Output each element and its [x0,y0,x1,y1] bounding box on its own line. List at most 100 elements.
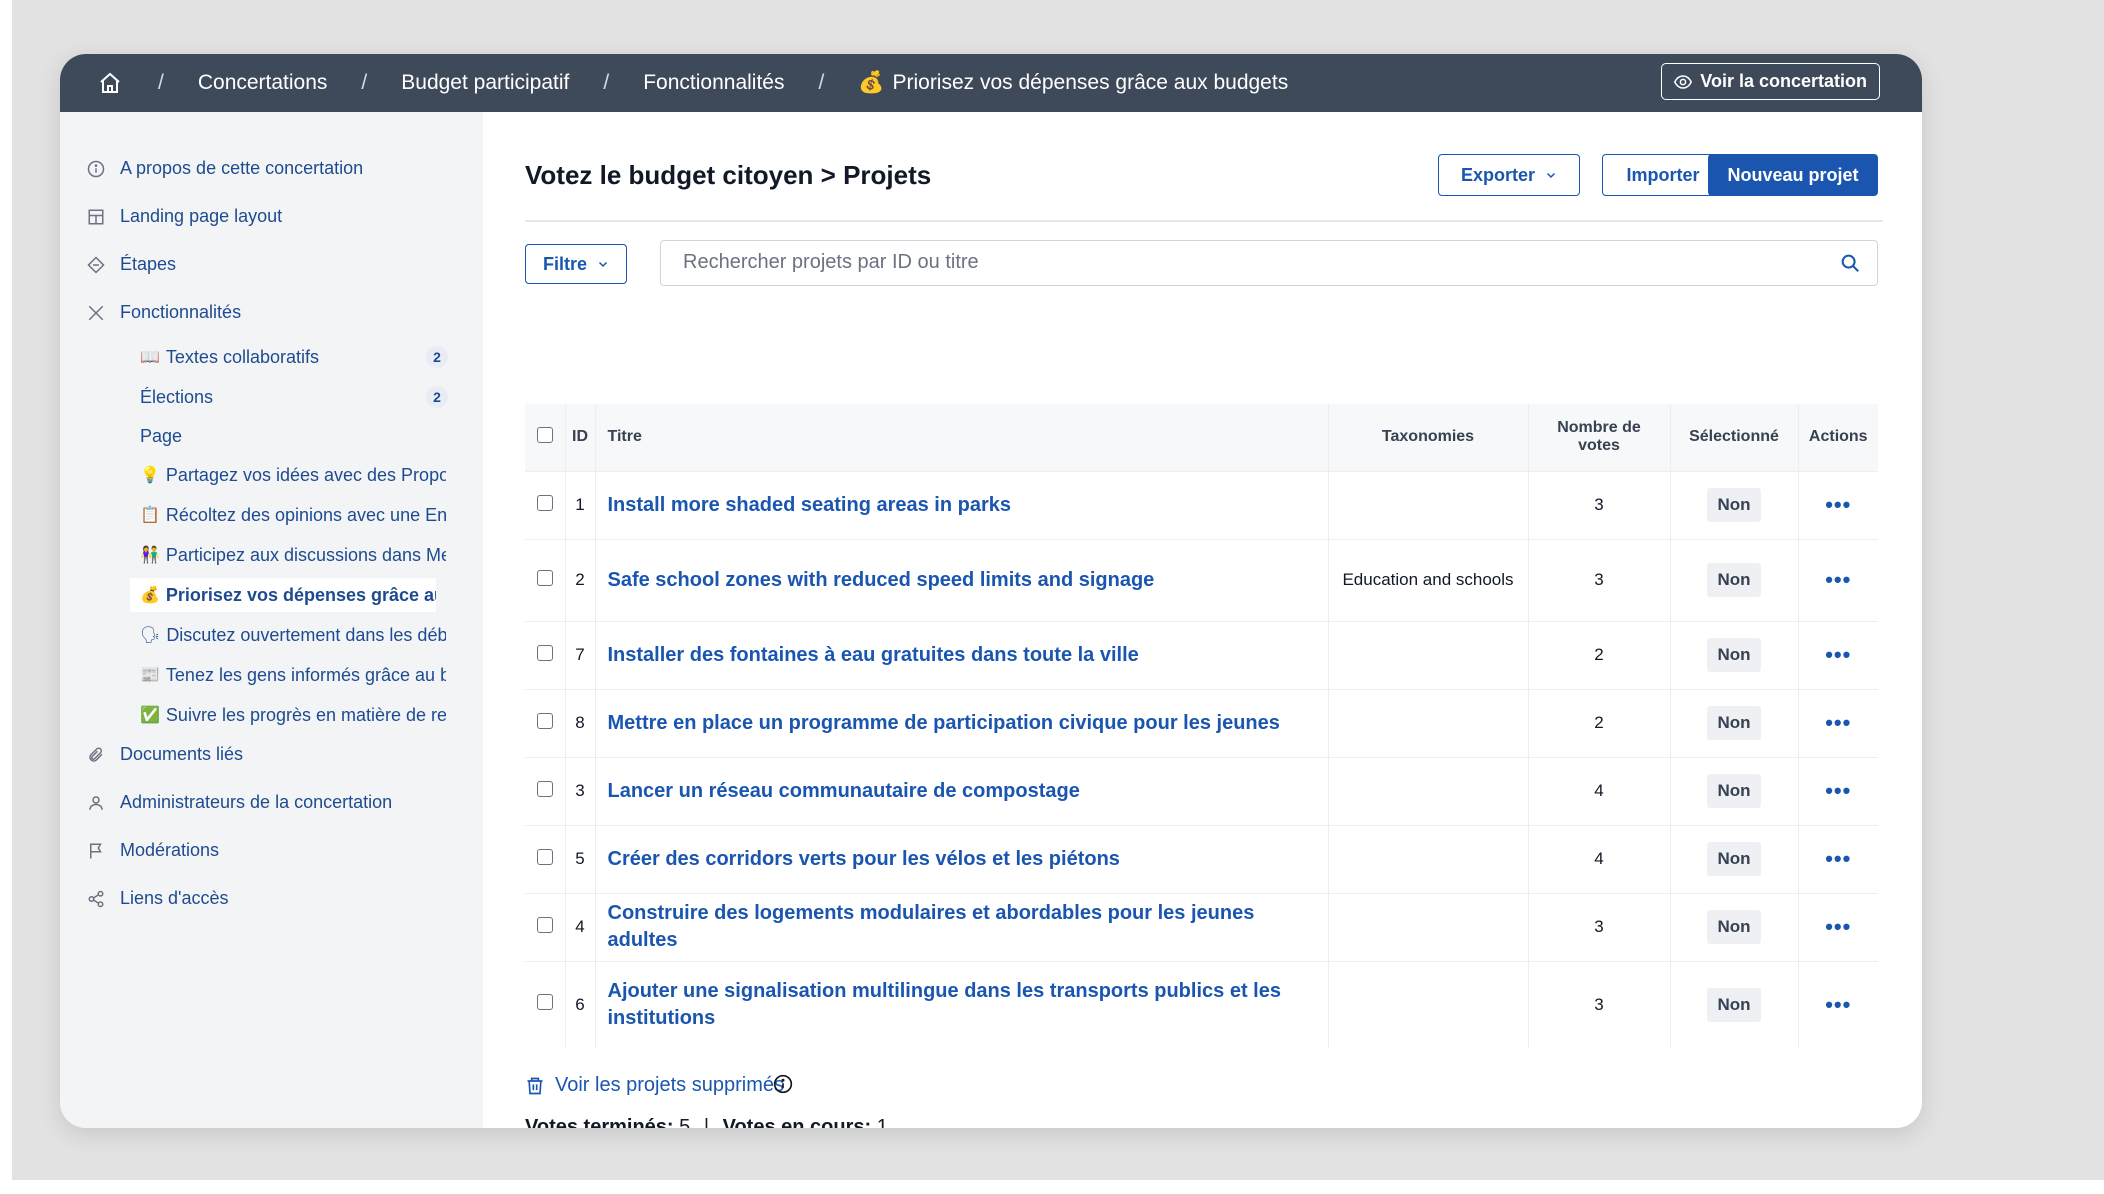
row-votes: 2 [1528,688,1671,757]
table-row: 1 Install more shaded seating areas in p… [525,470,1878,539]
row-taxonomies: Education and schools [1328,538,1529,621]
sidebar-item-label: Liens d'accès [120,888,229,908]
chevron-down-icon [1545,165,1557,186]
projects-table: ID Titre Taxonomies Nombre de votes Séle… [525,404,1878,1048]
sidebar-sub-label: Tenez les gens informés grâce au blog [165,664,446,685]
selected-badge: Non [1707,563,1761,597]
table-row: 3 Lancer un réseau communautaire de comp… [525,756,1878,825]
row-checkbox[interactable] [536,644,553,661]
table-header-row: ID Titre Taxonomies Nombre de votes Séle… [525,404,1878,471]
sidebar-item-features[interactable]: Fonctionnalités [86,302,241,323]
row-votes: 4 [1528,756,1671,825]
people-icon: 👫 [140,547,160,564]
info-icon[interactable] [773,1074,793,1094]
row-checkbox[interactable] [536,780,553,797]
search-icon[interactable] [1839,252,1861,274]
row-votes: 4 [1528,824,1671,893]
newspaper-icon: 📰 [140,667,160,684]
sidebar-sub-propositions[interactable]: 💡 Partagez vos idées avec des Propositic [140,458,446,492]
sidebar-sub-textes[interactable]: 📖 Textes collaboratifs [140,340,446,374]
sidebar-item-documents[interactable]: Documents liés [86,744,243,765]
header-actions: Actions [1798,404,1878,471]
breadcrumb-separator: / [818,71,825,94]
search-input[interactable] [661,241,1801,283]
sidebar-sub-suivi[interactable]: ✅ Suivre les progrès en matière de respo [140,698,446,732]
votes-summary: Votes terminés: 5 | Votes en cours: 1 [525,1116,888,1128]
sidebar-sub-enquete[interactable]: 📋 Récoltez des opinions avec une Enquê [140,498,446,532]
more-actions-icon[interactable]: ••• [1825,642,1851,667]
more-actions-icon[interactable]: ••• [1825,992,1851,1017]
project-title-link[interactable]: Créer des corridors verts pour les vélos… [608,848,1120,870]
sidebar-item-admins[interactable]: Administrateurs de la concertation [86,792,392,813]
more-actions-icon[interactable]: ••• [1825,846,1851,871]
home-icon[interactable] [96,69,124,97]
project-title-link[interactable]: Construire des logements modulaires et a… [608,902,1255,951]
row-checkbox[interactable] [536,712,553,729]
sidebar-sub-budgets[interactable]: 💰 Priorisez vos dépenses grâce aux bud [130,578,436,612]
sidebar-sub-page[interactable]: Page [140,419,446,453]
project-title-link[interactable]: Installer des fontaines à eau gratuites … [608,644,1139,666]
row-checkbox[interactable] [536,848,553,865]
sidebar-sub-label: Page [140,425,183,446]
header-id: ID [565,404,596,471]
view-concertation-button[interactable]: Voir la concertation [1661,63,1880,100]
table-row: 6 Ajouter une signalisation multilingue … [525,960,1878,1048]
sidebar-item-label: Étapes [120,254,177,274]
breadcrumb-concertations[interactable]: Concertations [198,71,328,95]
deleted-projects-link[interactable]: Voir les projets supprimés [525,1074,784,1097]
export-label: Exporter [1460,164,1536,185]
project-title-link[interactable]: Ajouter une signalisation multilingue da… [608,980,1281,1029]
sidebar-sub-label: Suivre les progrès en matière de respo [165,704,446,725]
select-all-checkbox[interactable] [536,426,553,443]
sidebar-sub-elections[interactable]: Élections [140,380,446,414]
table-row: 7 Installer des fontaines à eau gratuite… [525,620,1878,689]
row-checkbox[interactable] [536,569,553,586]
speaking-head-icon: 🗣 [140,627,161,644]
selected-badge: Non [1707,842,1761,876]
selected-badge: Non [1707,638,1761,672]
more-actions-icon[interactable]: ••• [1825,710,1851,735]
sidebar-sub-meetings[interactable]: 👫 Participez aux discussions dans Meetir [140,538,446,572]
row-checkbox[interactable] [536,994,553,1011]
sidebar-item-about[interactable]: A propos de cette concertation [86,158,363,179]
row-id: 5 [565,824,596,893]
sidebar-sub-label: Discutez ouvertement dans les débats [166,624,446,645]
sidebar-sub-debats[interactable]: 🗣 Discutez ouvertement dans les débats [140,618,446,652]
selected-badge: Non [1707,987,1761,1022]
sidebar-item-landing[interactable]: Landing page layout [86,206,282,227]
more-actions-icon[interactable]: ••• [1825,778,1851,803]
breadcrumb-current: 💰 Priorisez vos dépenses grâce aux budge… [858,71,1288,95]
money-bag-icon: 💰 [140,587,160,604]
backdrop-bottom [0,1180,2104,1194]
check-icon: ✅ [140,707,160,724]
new-project-button[interactable]: Nouveau projet [1708,154,1878,196]
table-row: 4 Construire des logements modulaires et… [525,892,1878,961]
filter-button[interactable]: Filtre [525,244,627,284]
sidebar-item-access-links[interactable]: Liens d'accès [86,888,229,909]
steps-icon [86,255,106,275]
project-title-link[interactable]: Mettre en place un programme de particip… [608,712,1280,734]
project-title-link[interactable]: Safe school zones with reduced speed lim… [608,569,1155,591]
selected-badge: Non [1707,488,1761,522]
paperclip-icon [86,745,106,765]
sidebar-item-label: Landing page layout [120,206,283,226]
sidebar-sub-blog[interactable]: 📰 Tenez les gens informés grâce au blog [140,658,446,692]
breadcrumb-budget[interactable]: Budget participatif [401,71,569,95]
sidebar-item-steps[interactable]: Étapes [86,254,176,275]
project-title-link[interactable]: Install more shaded seating areas in par… [608,494,1012,516]
project-title-link[interactable]: Lancer un réseau communautaire de compos… [608,780,1080,802]
row-checkbox[interactable] [536,494,553,511]
sidebar-item-moderations[interactable]: Modérations [86,840,219,861]
clipboard-icon: 📋 [140,507,160,524]
export-button[interactable]: Exporter [1438,154,1580,196]
sidebar-item-label: Documents liés [120,744,244,764]
header-selected: Sélectionné [1670,404,1799,471]
more-actions-icon[interactable]: ••• [1825,914,1851,939]
book-icon: 📖 [140,349,160,366]
breadcrumb-fonctionnalites[interactable]: Fonctionnalités [643,71,784,95]
more-actions-icon[interactable]: ••• [1825,567,1851,592]
flag-icon [86,841,106,861]
row-checkbox[interactable] [536,916,553,933]
more-actions-icon[interactable]: ••• [1825,492,1851,517]
main-content: Votez le budget citoyen > Projets Export… [483,112,1922,1128]
